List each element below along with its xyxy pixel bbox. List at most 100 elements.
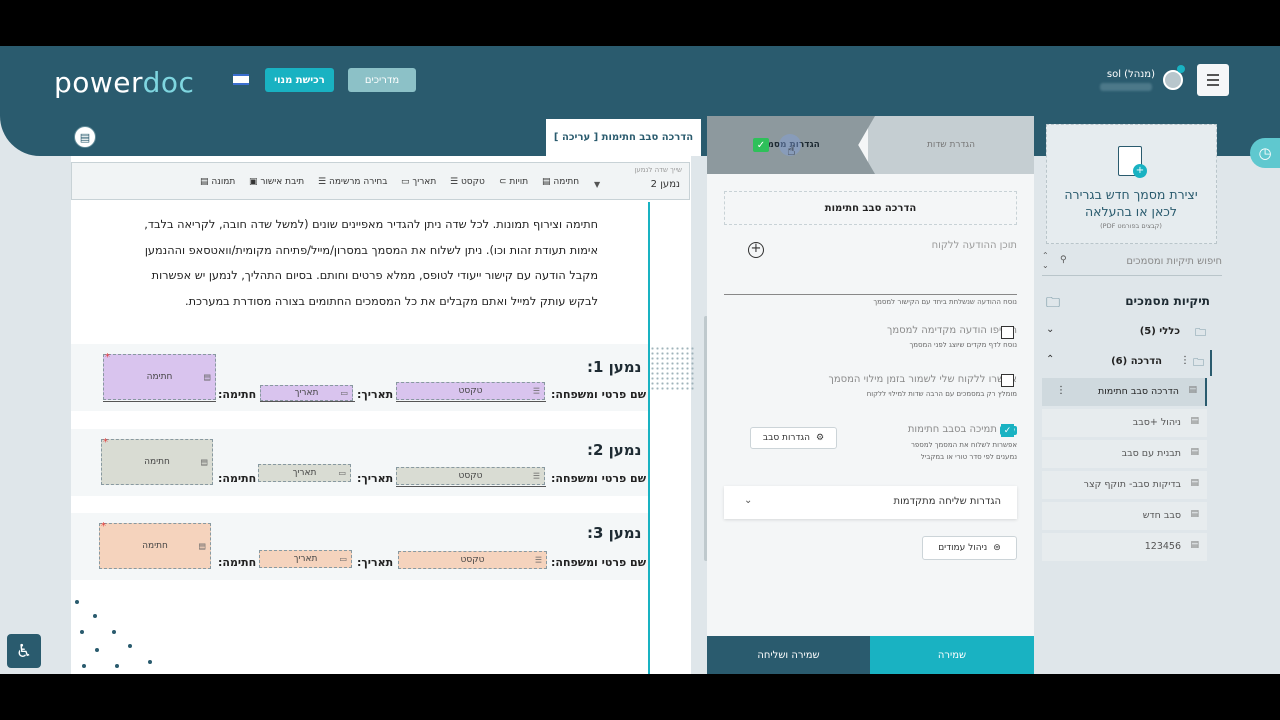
document-name-field[interactable]: הדרכה סבב חתימות [724, 191, 1017, 225]
option-subtitle: אפשרות לשלוח את המסמך למספר [910, 441, 1017, 449]
document-icon: ▤ [1190, 509, 1199, 519]
signature-icon: ▤ [200, 457, 208, 467]
signer-title: נמען 3: [587, 524, 642, 542]
document-item[interactable]: סבב חדש ▤ [1042, 502, 1207, 530]
signing-round-checkbox[interactable]: ✓ [1001, 424, 1014, 437]
toolbar-list-select[interactable]: ☰ בחירה מרשימה [318, 177, 387, 187]
search-icon: ⚲ [1060, 255, 1067, 265]
toolbar-tags[interactable]: ⊂ תויות [499, 177, 528, 187]
toolbar-text[interactable]: ☰ טקסט [450, 177, 485, 187]
option-title: אפשרו ללקוח שלי לשמור בזמן מילוי המסמך [828, 374, 1017, 385]
decorative-dot [148, 660, 152, 664]
document-item[interactable]: בדיקות סבב- תוקף קצר ▤ [1042, 471, 1207, 499]
text-field[interactable]: טקסט ☰ [396, 382, 545, 400]
date-field[interactable]: תאריך ▭ [260, 385, 353, 401]
history-clock-icon[interactable]: ◷ [1250, 138, 1280, 168]
add-folder-icon: 🗀 [1046, 295, 1060, 311]
verified-badge-icon [1177, 65, 1185, 73]
add-icon[interactable]: + [748, 242, 764, 258]
date-label: תאריך: [357, 472, 394, 485]
accessibility-icon[interactable]: ♿ [7, 634, 41, 668]
decorative-dot [112, 630, 116, 634]
signature-icon: ▤ [203, 372, 211, 382]
signature-label: חתימה: [218, 472, 257, 485]
language-flag-icon[interactable] [233, 74, 249, 85]
signature-label: חתימה: [218, 388, 257, 401]
calendar-icon: ▭ [339, 554, 347, 564]
folder-icon: 🗀 [1193, 356, 1204, 369]
chevron-down-icon: ⌄ [744, 495, 753, 506]
document-item[interactable]: תבנית עם סבב ▤ [1042, 440, 1207, 468]
decorative-dot [82, 664, 86, 668]
folders-header: תיקיות מסמכים 🗀 [1042, 292, 1210, 312]
advanced-send-settings[interactable]: הגדרות שליחה מתקדמות ⌄ [724, 486, 1017, 519]
toolbar-image[interactable]: ▤ תמונה [200, 177, 235, 187]
text-icon: ☰ [534, 555, 542, 565]
text-field[interactable]: טקסט ☰ [396, 467, 545, 485]
option-title: הוסיפו הודעה מקדימה למסמך [886, 325, 1017, 336]
toolbar-date[interactable]: ▭ תאריך [401, 177, 436, 187]
tab-field-definitions[interactable]: הגדרת שדות [868, 116, 1034, 174]
toolbar-signature[interactable]: ▤ חתימה [542, 177, 579, 187]
text-field[interactable]: טקסט ☰ [398, 551, 547, 569]
decorative-dot [80, 630, 84, 634]
underline [396, 486, 546, 487]
manage-pages-button[interactable]: ניהול עמודים ⊜ [922, 536, 1017, 560]
decorative-dot [128, 644, 132, 648]
decorative-dot-grid [650, 346, 694, 390]
name-label: שם פרטי ומשפחה: [551, 556, 647, 569]
document-icon: ▤ [1190, 416, 1199, 426]
document-item[interactable]: ניהול +סבב ▤ [1042, 409, 1207, 437]
user-email-blurred [1100, 83, 1152, 91]
date-field[interactable]: תאריך ▭ [258, 464, 351, 482]
document-preview-icon[interactable]: ▤ [74, 126, 96, 148]
gear-icon: ⚙ [815, 433, 825, 443]
date-label: תאריך: [357, 556, 394, 569]
buy-plan-button[interactable]: רכישת מנוי [265, 68, 334, 92]
document-icon: ▤ [1190, 447, 1199, 457]
document-icon: ▤ [1190, 478, 1199, 488]
preface-message-checkbox[interactable] [1001, 326, 1014, 339]
underline [103, 401, 216, 402]
signature-field[interactable]: חתימה ▤ * [99, 521, 211, 569]
option-subtitle: מומלץ רק במסמכים עם הרבה שדות למילוי ללק… [866, 390, 1017, 398]
app-screen: powerdoc רכישת מנוי מדריכים sol (מנהל) ◷… [0, 46, 1280, 674]
decorative-dot [75, 600, 79, 604]
search-input[interactable]: חיפוש תיקיות ומסמכים ⚲ ⌃ ⌄ [1042, 248, 1222, 276]
decorative-dot [115, 664, 119, 668]
logo: powerdoc [54, 66, 195, 99]
underline [396, 401, 546, 402]
round-settings-button[interactable]: הגדרות סבב ⚙ [750, 427, 837, 449]
name-label: שם פרטי ומשפחה: [551, 472, 647, 485]
allow-save-checkbox[interactable] [1001, 374, 1014, 387]
user-name: sol (מנהל) [1106, 69, 1155, 80]
chevron-down-icon: ⌄ [1046, 324, 1055, 335]
check-icon: ✓ [753, 138, 769, 152]
calendar-icon: ▭ [338, 468, 346, 478]
chevron-down-icon: ▼ [594, 180, 601, 189]
calendar-icon: ▭ [340, 388, 348, 398]
client-message-field[interactable]: תוכן ההודעה ללקוח [724, 232, 1017, 295]
avatar[interactable] [1163, 70, 1183, 90]
toolbar-checkbox[interactable]: ▣ תיבת אישור [249, 177, 304, 187]
signature-field[interactable]: חתימה ▤ * [101, 437, 213, 485]
pointer-cursor-icon: ☝ [787, 143, 796, 159]
name-label: שם פרטי ומשפחה: [551, 388, 647, 401]
document-icon: ▤ [1188, 385, 1197, 395]
save-and-send-button[interactable]: שמירה ושליחה [707, 636, 870, 674]
folder-training[interactable]: הדרכה (6) ⋮ 🗀 ⌃ [1042, 350, 1212, 376]
document-item[interactable]: 123456 ▤ [1042, 533, 1207, 561]
signature-field[interactable]: חתימה ▤ * [103, 352, 216, 400]
signer-assign-select[interactable]: שייך שדה לנמען נמען 2 ▼ [590, 166, 682, 196]
page-edge-marker [648, 202, 650, 674]
folder-general[interactable]: כללי (5) 🗀 ⌄ [1042, 320, 1212, 346]
chevron-up-icon: ⌃ [1046, 354, 1055, 365]
save-button[interactable]: שמירה [870, 636, 1034, 674]
menu-icon[interactable] [1197, 64, 1229, 96]
date-field[interactable]: תאריך ▭ [259, 550, 352, 568]
signature-icon: ▤ [198, 541, 206, 551]
document-body-text: חתימה וצירוף תמונות. לכל שדה ניתן להגדיר… [144, 218, 598, 308]
signer-title: נמען 2: [587, 441, 642, 459]
document-item[interactable]: הדרכה סבב חתימות ▤ ⋮ [1042, 378, 1207, 406]
guides-button[interactable]: מדריכים [348, 68, 416, 92]
